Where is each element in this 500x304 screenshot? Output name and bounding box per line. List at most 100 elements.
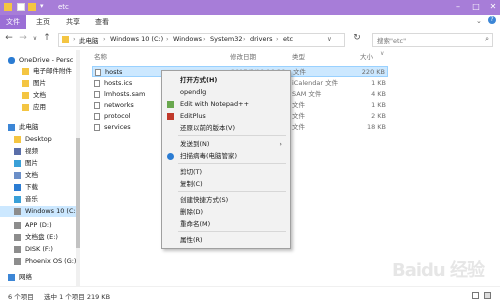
menu-item-label: 打开方式(H) (180, 76, 218, 84)
menu-create-shortcut[interactable]: 创建快捷方式(S) (162, 195, 288, 206)
menu-copy[interactable]: 复制(C) (162, 179, 288, 190)
breadcrumb-drive-c[interactable]: Windows 10 (C:) (110, 35, 163, 43)
tab-file[interactable]: 文件 (0, 15, 26, 29)
folder-icon (22, 104, 29, 111)
breadcrumb-drivers[interactable]: drivers (250, 35, 273, 43)
file-type: SAM 文件 (292, 90, 322, 98)
tab-view[interactable]: 查看 (95, 15, 109, 29)
drive-icon (14, 258, 21, 265)
menu-item-label: EditPlus (180, 112, 206, 120)
sidebar-item[interactable]: DISK (F:) (0, 244, 78, 255)
address-bar[interactable]: › 此电脑 › Windows 10 (C:) › Windows › Syst… (58, 33, 345, 47)
breadcrumb-etc[interactable]: etc (283, 35, 293, 43)
details-view-icon[interactable] (472, 292, 479, 299)
maximize-icon[interactable]: □ (470, 2, 482, 11)
status-bar: 6 个项目 选中 1 个项目 219 KB (0, 286, 500, 304)
sidebar-item-label: Windows 10 (C:) (25, 207, 79, 215)
sidebar-item-label: 下载 (25, 183, 38, 191)
shield-icon (167, 153, 174, 160)
file-size: 1 KB (371, 79, 386, 87)
menu-scan-virus[interactable]: 扫描病毒(电脑管家) (162, 151, 288, 162)
back-icon[interactable]: ← (4, 33, 14, 43)
sidebar-item-label: APP (D:) (25, 221, 52, 229)
close-icon[interactable]: ✕ (487, 2, 499, 11)
sidebar-item[interactable]: 下载 (0, 182, 78, 193)
cloud-icon (8, 57, 15, 64)
menu-send-to[interactable]: 发送到(N) › (162, 139, 288, 150)
sidebar-item[interactable]: APP (D:) (0, 220, 78, 231)
column-name[interactable]: 名称 (94, 51, 107, 61)
window-title: etc (58, 3, 69, 11)
up-icon[interactable]: ↑ (42, 33, 52, 43)
menu-properties[interactable]: 属性(R) (162, 235, 288, 246)
minimize-icon[interactable]: – (452, 2, 464, 11)
sidebar-item[interactable]: OneDrive - Persc (0, 55, 78, 66)
help-icon[interactable]: ? (488, 16, 496, 24)
file-icon (94, 124, 100, 131)
sidebar-item[interactable]: 应用 (0, 102, 78, 113)
sidebar-item[interactable]: 音乐 (0, 194, 78, 205)
sidebar-item-label: 音乐 (25, 195, 38, 203)
sidebar-item[interactable]: 图片 (0, 158, 78, 169)
search-placeholder: 搜索"etc" (377, 37, 407, 45)
menu-delete[interactable]: 删除(D) (162, 207, 288, 218)
sidebar-item-label: 图片 (25, 159, 38, 167)
file-icon (94, 113, 100, 120)
expand-ribbon-icon[interactable]: ⌄ (476, 17, 482, 25)
column-type[interactable]: 类型 (292, 51, 305, 61)
sidebar-item[interactable]: 此电脑 (0, 122, 78, 133)
tab-share[interactable]: 共享 (66, 15, 80, 29)
search-input[interactable]: 搜索"etc" ⌕ (372, 33, 493, 47)
column-chevron-icon[interactable]: ∨ (380, 50, 384, 57)
file-type: 文件 (293, 68, 306, 76)
menu-open-with[interactable]: 打开方式(H) (162, 75, 288, 86)
sidebar-item[interactable]: Desktop (0, 134, 78, 145)
search-icon[interactable]: ⌕ (485, 35, 489, 44)
file-type: 文件 (292, 101, 305, 109)
sidebar-item-label: 文档 (33, 91, 46, 99)
tab-home[interactable]: 主页 (36, 15, 50, 29)
sidebar-item-label: Desktop (25, 135, 52, 143)
file-size: 18 KB (366, 123, 386, 131)
folder-icon (22, 68, 29, 75)
drive-icon (14, 208, 21, 215)
file-name: lmhosts.sam (104, 90, 146, 98)
forward-icon[interactable]: → (18, 33, 28, 43)
menu-cut[interactable]: 剪切(T) (162, 167, 288, 178)
menu-restore-versions[interactable]: 还原以前的版本(V) (162, 123, 288, 134)
menu-editplus[interactable]: EditPlus (162, 111, 288, 122)
sidebar-item[interactable]: Phoenix OS (G:) (0, 256, 78, 267)
sidebar-item-label: 图片 (33, 79, 46, 87)
breadcrumb-this-pc[interactable]: 此电脑 (79, 35, 99, 45)
quick-access-dropdown-icon[interactable]: ▾ (40, 2, 44, 10)
folder-icon (62, 36, 69, 43)
new-folder-icon[interactable] (28, 3, 36, 11)
sidebar-item[interactable]: 电子邮件附件 (0, 66, 78, 77)
breadcrumb-system32[interactable]: System32 (210, 35, 243, 43)
menu-separator (178, 135, 286, 136)
breadcrumb-windows[interactable]: Windows (173, 35, 202, 43)
download-icon (14, 184, 21, 191)
menu-rename[interactable]: 重命名(M) (162, 219, 288, 230)
menu-opendlg[interactable]: opendlg (162, 87, 288, 98)
sidebar-item[interactable]: 图片 (0, 78, 78, 89)
sidebar-item[interactable]: 文档盘 (E:) (0, 232, 78, 243)
file-size: 2 KB (371, 112, 386, 120)
sidebar-item[interactable]: 文档 (0, 90, 78, 101)
sidebar-scroll-thumb[interactable] (76, 138, 80, 248)
refresh-icon[interactable]: ↻ (352, 33, 362, 43)
sidebar-item[interactable]: Windows 10 (C:) (0, 206, 78, 217)
sidebar-item[interactable]: 文档 (0, 170, 78, 181)
sidebar-item-label: 视频 (25, 147, 38, 155)
recent-dropdown-icon[interactable]: ∨ (30, 35, 40, 42)
properties-icon[interactable] (17, 3, 25, 11)
column-size[interactable]: 大小 (360, 51, 373, 61)
sidebar-item[interactable]: 网络 (0, 272, 78, 283)
address-dropdown-icon[interactable]: ∨ (327, 35, 332, 43)
large-icons-view-icon[interactable] (484, 292, 491, 299)
sidebar-item-label: OneDrive - Persc (19, 56, 74, 64)
menu-edit-notepadpp[interactable]: Edit with Notepad++ (162, 99, 288, 110)
column-date[interactable]: 修改日期 (230, 51, 256, 61)
drive-icon (14, 234, 21, 241)
sidebar-item[interactable]: 视频 (0, 146, 78, 157)
